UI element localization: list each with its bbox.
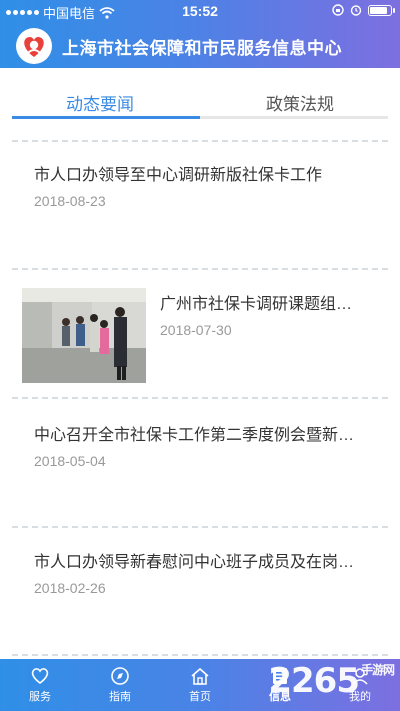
- tab-underline-active: [12, 116, 200, 119]
- news-date: 2018-05-04: [34, 453, 106, 469]
- news-item[interactable]: 广州市社保卡调研课题组… 2018-07-30: [160, 290, 386, 338]
- compass-icon: [111, 667, 129, 685]
- watermark-subtext: 手游网: [360, 663, 395, 677]
- divider: [12, 268, 388, 270]
- tab-news[interactable]: 动态要闻: [0, 90, 200, 115]
- nav-label: 指南: [109, 691, 131, 703]
- nav-guide[interactable]: 指南: [80, 659, 160, 711]
- divider: [12, 140, 388, 142]
- app-logo: [16, 28, 52, 64]
- alarm-icon: [350, 5, 362, 16]
- nav-label: 首页: [189, 691, 211, 703]
- page-title: 上海市社会保障和市民服务信息中心: [62, 38, 342, 58]
- home-icon: [191, 667, 209, 685]
- tab-policies[interactable]: 政策法规: [200, 90, 400, 115]
- news-item[interactable]: 中心召开全市社保卡工作第二季度例会暨新… 2018-05-04: [34, 421, 386, 469]
- news-date: 2018-02-26: [34, 580, 106, 596]
- heart-icon: [31, 668, 49, 685]
- battery-icon: [368, 4, 395, 16]
- top-bar: 中国电信 15:52 上海市社会保障和市民服务信息中心: [0, 0, 400, 68]
- nav-label: 服务: [29, 691, 51, 703]
- watermark-text: 2265: [268, 661, 360, 701]
- news-date: 2018-08-23: [34, 193, 106, 209]
- news-date: 2018-07-30: [160, 322, 232, 338]
- divider: [12, 397, 388, 399]
- news-title: 广州市社保卡调研课题组…: [160, 296, 353, 313]
- news-item[interactable]: 市人口办领导新春慰问中心班子成员及在岗… 2018-02-26: [34, 548, 386, 596]
- news-item[interactable]: 市人口办领导至中心调研新版社保卡工作 2018-08-23: [34, 161, 384, 209]
- nav-home[interactable]: 首页: [160, 659, 240, 711]
- divider: [12, 526, 388, 528]
- orientation-lock-icon: [332, 4, 344, 16]
- divider: [12, 654, 388, 656]
- status-bar: 中国电信 15:52: [0, 0, 400, 22]
- nav-service[interactable]: 服务: [0, 659, 80, 711]
- news-title: 中心召开全市社保卡工作第二季度例会暨新…: [34, 427, 355, 444]
- news-thumbnail[interactable]: [22, 288, 146, 383]
- watermark-logo: 2265 手游网: [268, 661, 395, 701]
- news-title: 市人口办领导至中心调研新版社保卡工作: [34, 167, 323, 184]
- news-title: 市人口办领导新春慰问中心班子成员及在岗…: [34, 554, 355, 571]
